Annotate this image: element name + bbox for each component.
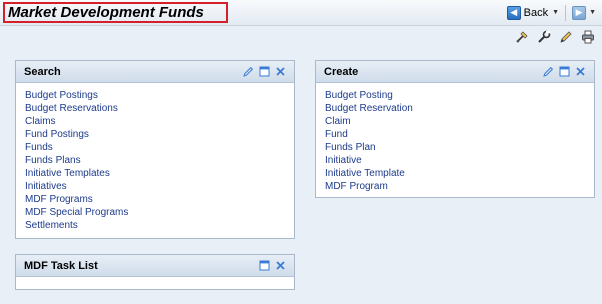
page-header: Market Development Funds ◀ Back ▼ ▶ ▼ [0,0,602,26]
back-button[interactable]: ◀ Back [506,4,552,21]
navigation-group: ◀ Back ▼ ▶ ▼ [506,4,596,21]
edit-panel-icon[interactable] [543,66,554,77]
create-link-funds-plan[interactable]: Funds Plan [325,141,585,154]
print-icon[interactable] [580,29,596,45]
back-history-dropdown-icon[interactable]: ▼ [552,9,559,16]
search-link-budget-postings[interactable]: Budget Postings [25,89,285,102]
settings-icon[interactable] [536,29,552,45]
maximize-panel-icon[interactable] [259,260,270,271]
page-title: Market Development Funds [3,2,228,23]
create-panel-header: Create [316,61,594,83]
task-panel-title: MDF Task List [24,259,98,272]
mdf-task-list-panel: MDF Task List [15,254,295,290]
forward-history-dropdown-icon[interactable]: ▼ [589,9,596,16]
search-link-fund-postings[interactable]: Fund Postings [25,128,285,141]
search-link-mdf-programs[interactable]: MDF Programs [25,193,285,206]
search-panel-body: Budget Postings Budget Reservations Clai… [16,83,294,232]
create-link-fund[interactable]: Fund [325,128,585,141]
close-panel-icon[interactable] [575,66,586,77]
back-arrow-icon: ◀ [506,5,521,20]
back-label: Back [523,6,549,19]
create-link-budget-posting[interactable]: Budget Posting [325,89,585,102]
maximize-panel-icon[interactable] [559,66,570,77]
create-panel-title: Create [324,65,359,78]
search-link-funds[interactable]: Funds [25,141,285,154]
create-link-mdf-program[interactable]: MDF Program [325,180,585,193]
search-link-funds-plans[interactable]: Funds Plans [25,154,285,167]
search-panel-title: Search [24,65,61,78]
search-panel-header: Search [16,61,294,83]
create-panel-controls [543,66,586,77]
task-panel-controls [259,260,286,271]
create-link-initiative[interactable]: Initiative [325,154,585,167]
edit-icon[interactable] [558,29,574,45]
search-link-initiative-templates[interactable]: Initiative Templates [25,167,285,180]
create-panel-body: Budget Posting Budget Reservation Claim … [316,83,594,193]
edit-panel-icon[interactable] [243,66,254,77]
task-panel-header: MDF Task List [16,255,294,277]
forward-button[interactable]: ▶ ▼ [572,5,596,20]
search-panel-controls [243,66,286,77]
search-link-mdf-special-programs[interactable]: MDF Special Programs [25,206,285,219]
search-panel: Search Budget Postings Budget Reservatio… [15,60,295,239]
nav-separator [565,4,567,21]
personalize-icon[interactable] [514,29,530,45]
search-link-budget-reservations[interactable]: Budget Reservations [25,102,285,115]
create-link-budget-reservation[interactable]: Budget Reservation [325,102,585,115]
create-panel: Create Budget Posting Budget Reservation… [315,60,595,198]
page-toolbar [514,29,596,47]
close-panel-icon[interactable] [275,260,286,271]
create-link-initiative-template[interactable]: Initiative Template [325,167,585,180]
search-link-claims[interactable]: Claims [25,115,285,128]
forward-arrow-icon: ▶ [572,5,587,20]
close-panel-icon[interactable] [275,66,286,77]
search-link-settlements[interactable]: Settlements [25,219,285,232]
search-link-initiatives[interactable]: Initiatives [25,180,285,193]
create-link-claim[interactable]: Claim [325,115,585,128]
maximize-panel-icon[interactable] [259,66,270,77]
